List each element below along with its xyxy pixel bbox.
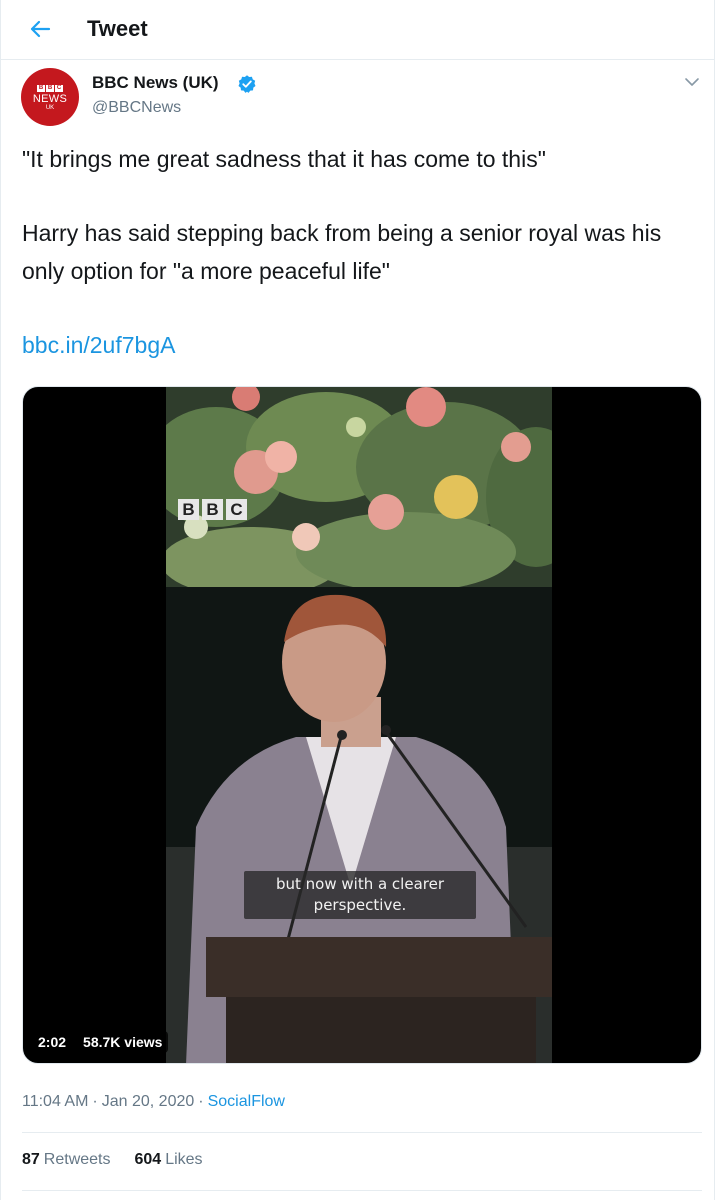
page-header: Tweet: [1, 0, 714, 60]
tweet-page: Tweet B B C NEWS UK BBC News (UK) @BBCNe…: [0, 0, 715, 1200]
author-name[interactable]: BBC News (UK): [92, 72, 219, 94]
back-button[interactable]: [23, 14, 57, 44]
avatar-news-text: NEWS: [32, 92, 68, 105]
retweets-count: 87: [22, 1151, 40, 1168]
video-duration: 2:02: [32, 1031, 73, 1053]
tweet-meta: 11:04 AM · Jan 20, 2020 · SocialFlow: [22, 1092, 285, 1112]
tweet-stats: 87 Retweets 604 Likes: [22, 1150, 203, 1170]
tweet-menu-button[interactable]: [680, 70, 704, 94]
bbc-logo-letter: C: [226, 499, 247, 520]
meta-separator: ·: [198, 1093, 204, 1110]
divider: [22, 1190, 702, 1191]
retweets-stat[interactable]: 87 Retweets: [22, 1150, 111, 1170]
retweets-label: Retweets: [43, 1151, 111, 1168]
bbc-logo: B B C: [178, 499, 247, 520]
video-frame: B B C but now with a clearer perspective: [166, 387, 552, 1063]
arrow-left-icon: [30, 20, 51, 38]
video-player[interactable]: B B C but now with a clearer perspective: [22, 386, 702, 1064]
video-stats: 2:02 58.7K views: [32, 1031, 169, 1053]
tweet-quote: "It brings me great sadness that it has …: [22, 146, 546, 172]
flower-arch-image: [166, 387, 552, 607]
avatar-bbc-blocks: B B C: [37, 84, 63, 92]
avatar[interactable]: B B C NEWS UK: [21, 68, 79, 126]
source-app-link[interactable]: SocialFlow: [208, 1093, 285, 1110]
avatar-letter: B: [46, 84, 54, 92]
likes-label: Likes: [165, 1151, 203, 1168]
page-title: Tweet: [87, 16, 148, 41]
tweet-date[interactable]: Jan 20, 2020: [102, 1093, 195, 1110]
tweet-link[interactable]: bbc.in/2uf7bgA: [22, 332, 175, 358]
meta-separator: ·: [92, 1093, 98, 1110]
likes-count: 604: [134, 1151, 162, 1168]
avatar-letter: B: [37, 84, 45, 92]
speaker-image: [166, 587, 552, 1063]
tweet-time[interactable]: 11:04 AM: [22, 1093, 88, 1110]
bbc-logo-letter: B: [202, 499, 223, 520]
avatar-letter: C: [55, 84, 63, 92]
author-handle[interactable]: @BBCNews: [92, 98, 181, 118]
bbc-logo-letter: B: [178, 499, 199, 520]
tweet-text: "It brings me great sadness that it has …: [22, 140, 694, 364]
tweet-body: Harry has said stepping back from being …: [22, 220, 662, 284]
video-subtitle: but now with a clearer perspective.: [244, 871, 476, 919]
divider: [22, 1132, 702, 1133]
likes-stat[interactable]: 604 Likes: [135, 1150, 203, 1170]
avatar-uk-text: UK: [45, 104, 55, 111]
chevron-down-icon: [685, 78, 699, 86]
video-views: 58.7K views: [77, 1031, 169, 1053]
verified-badge-icon: [238, 75, 256, 93]
